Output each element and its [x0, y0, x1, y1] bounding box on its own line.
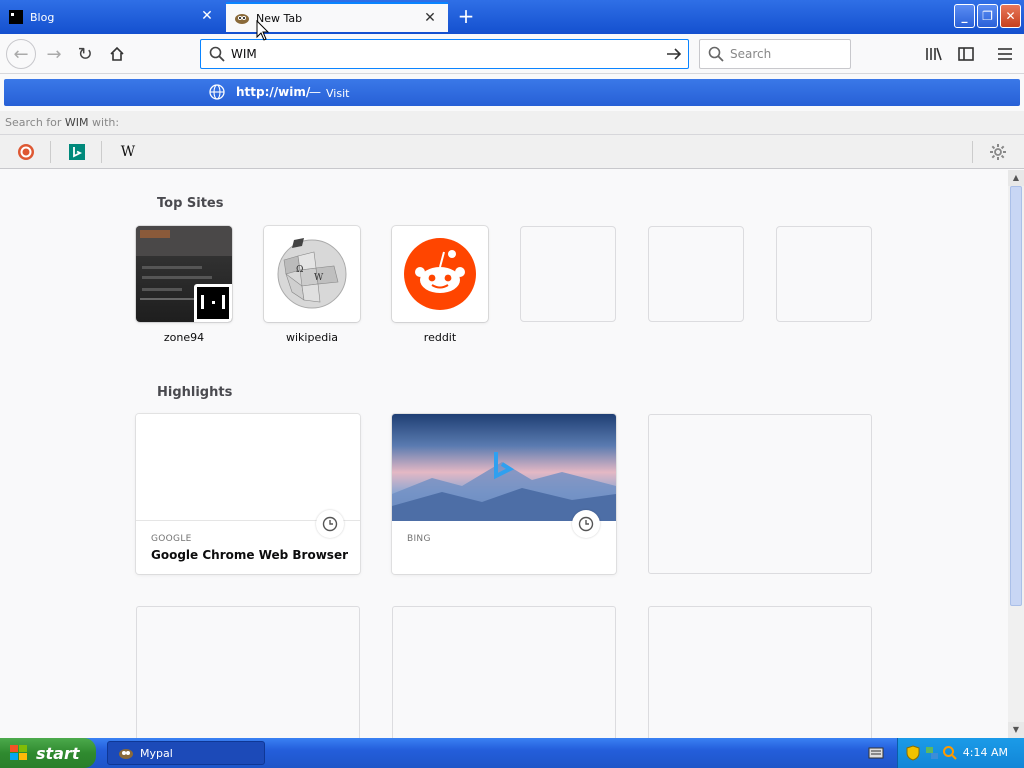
duckduckgo-icon[interactable]	[16, 142, 36, 162]
network-icon[interactable]	[924, 745, 940, 764]
svg-text:W: W	[314, 273, 324, 283]
site-label: wikipedia	[285, 331, 338, 344]
mouse-cursor-icon	[256, 19, 270, 45]
reddit-icon	[404, 238, 476, 310]
minimize-icon[interactable]: _	[954, 4, 975, 28]
tray-clock: 4:14 AM	[962, 746, 1008, 759]
menu-hamburger-icon[interactable]	[991, 40, 1019, 68]
vertical-scrollbar[interactable]: ▲ ▼	[1008, 170, 1024, 738]
highlight-card-google[interactable]: GOOGLE Google Chrome Web Browser	[136, 414, 360, 574]
restore-icon[interactable]: ❐	[977, 4, 998, 28]
empty-highlight	[648, 606, 872, 738]
task-label: Mypal	[140, 746, 173, 760]
wikipedia-globe-icon: Ω W	[277, 238, 347, 309]
card-thumbnail	[136, 414, 360, 521]
wikipedia-icon[interactable]: W	[118, 142, 138, 162]
search-input[interactable]	[730, 47, 840, 61]
url-suggestion-row[interactable]: http://wim/ — Visit	[4, 79, 1020, 106]
forward-arrow-icon[interactable]: →	[40, 40, 68, 68]
system-tray: 4:14 AM	[897, 738, 1024, 768]
separator	[50, 141, 51, 163]
search-with-suffix: with:	[88, 116, 120, 129]
empty-highlight	[392, 606, 616, 738]
suggestion-url: http://wim/	[236, 85, 311, 99]
back-arrow-icon[interactable]: ←	[6, 39, 36, 69]
library-icon[interactable]	[920, 40, 948, 68]
card-thumbnail	[392, 414, 616, 521]
site-thumbnail: Ω W	[264, 226, 360, 322]
empty-top-site[interactable]	[776, 226, 872, 322]
top-site-zone94[interactable]: zone94	[136, 226, 232, 344]
scroll-thumb[interactable]	[1010, 186, 1022, 606]
mypal-favicon-icon	[234, 10, 250, 26]
globe-icon	[209, 84, 225, 103]
blog-favicon-icon	[8, 9, 24, 25]
home-icon[interactable]	[103, 40, 131, 68]
start-label: start	[36, 743, 80, 763]
security-shield-icon[interactable]	[906, 745, 920, 764]
search-with-prefix: Search for	[5, 116, 65, 129]
new-tab-plus-icon[interactable]: +	[455, 6, 477, 28]
close-tab-icon[interactable]: ✕	[422, 10, 438, 26]
top-site-wikipedia[interactable]: Ω W wikipedia	[264, 226, 360, 344]
new-tab-content: Top Sites zone94 Ω W wikipedia reddit Hi…	[0, 170, 1008, 738]
scroll-up-icon[interactable]: ▲	[1008, 170, 1024, 186]
window-controls: _ ❐ ✕	[954, 4, 1021, 28]
bing-icon[interactable]	[67, 142, 87, 162]
card-source: GOOGLE	[151, 534, 192, 544]
highlight-card-bing[interactable]: BING	[392, 414, 616, 574]
close-tab-icon[interactable]: ✕	[199, 8, 215, 24]
go-arrow-icon[interactable]	[666, 46, 682, 62]
empty-top-site[interactable]	[648, 226, 744, 322]
url-bar[interactable]	[200, 39, 689, 69]
close-window-icon[interactable]: ✕	[1000, 4, 1021, 28]
taskbar-item-mypal[interactable]: Mypal	[107, 741, 265, 765]
clock-icon	[316, 510, 344, 538]
windows-taskbar: start Mypal 4:14 AM	[0, 738, 1024, 768]
separator	[101, 141, 102, 163]
one-off-search-engines: W	[0, 135, 1024, 169]
search-icon	[708, 46, 724, 62]
highlights-heading: Highlights	[157, 385, 233, 400]
site-thumbnail	[136, 226, 232, 322]
reload-icon[interactable]: ↻	[71, 40, 99, 68]
sidebar-icon[interactable]	[952, 40, 980, 68]
top-sites-heading: Top Sites	[157, 196, 224, 211]
suggestion-dash: —	[309, 85, 321, 99]
svg-text:Ω: Ω	[296, 265, 303, 275]
card-source: BING	[407, 534, 431, 544]
site-label: reddit	[423, 331, 457, 344]
search-bar[interactable]	[699, 39, 851, 69]
gear-icon[interactable]	[988, 142, 1008, 162]
empty-top-site[interactable]	[520, 226, 616, 322]
nav-toolbar: ← → ↻	[0, 34, 1024, 74]
scroll-down-icon[interactable]: ▼	[1008, 722, 1024, 738]
mypal-icon	[118, 745, 134, 761]
suggestion-action: Visit	[326, 87, 350, 100]
search-with-label: Search for WIM with:	[0, 111, 1024, 135]
tab-blog[interactable]: Blog ✕	[0, 2, 225, 32]
site-label: zone94	[163, 331, 205, 344]
empty-highlight	[648, 414, 872, 574]
clock-icon	[572, 510, 600, 538]
windows-flag-icon	[10, 745, 27, 760]
site-favicon-icon	[194, 284, 232, 322]
start-button[interactable]: start	[0, 738, 96, 768]
top-site-reddit[interactable]: reddit	[392, 226, 488, 344]
search-icon	[209, 46, 225, 62]
tab-title: Blog	[30, 10, 55, 24]
tab-strip: Blog ✕ New Tab ✕ + _ ❐ ✕	[0, 0, 1024, 34]
keyboard-icon[interactable]	[868, 746, 884, 763]
search-term: WIM	[64, 116, 89, 129]
search-tray-icon[interactable]	[942, 745, 958, 764]
empty-highlight	[136, 606, 360, 738]
site-thumbnail	[392, 226, 488, 322]
card-title: Google Chrome Web Browser	[151, 548, 348, 562]
separator	[972, 141, 973, 163]
url-input[interactable]	[231, 47, 651, 61]
